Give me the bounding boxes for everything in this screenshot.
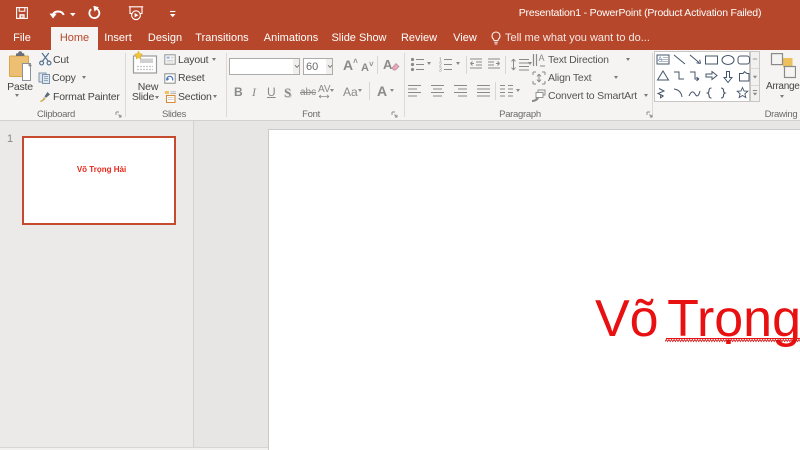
svg-text:3: 3: [439, 68, 442, 74]
svg-text:A: A: [539, 53, 545, 63]
